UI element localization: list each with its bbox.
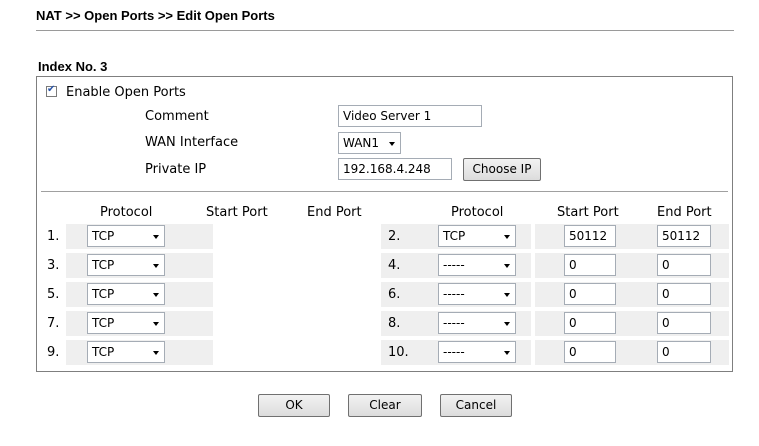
col-end-port-left: End Port	[307, 205, 362, 220]
comment-input[interactable]: Video Server 1	[338, 105, 482, 127]
chevron-down-icon	[504, 235, 510, 239]
protocol-value: TCP	[92, 287, 115, 301]
chevron-down-icon	[153, 351, 159, 355]
checkmark-icon: ✔	[47, 84, 56, 95]
start-port-input[interactable]: 0	[564, 283, 616, 305]
enable-open-ports-label: Enable Open Ports	[66, 85, 186, 100]
protocol-value: -----	[443, 345, 465, 359]
row-number: 2.	[388, 229, 401, 244]
end-port-input[interactable]: 50112	[657, 225, 711, 247]
chevron-down-icon	[153, 322, 159, 326]
chevron-down-icon	[504, 322, 510, 326]
col-start-port-left: Start Port	[206, 205, 268, 220]
breadcrumb: NAT >> Open Ports >> Edit Open Ports	[36, 8, 275, 23]
choose-ip-button[interactable]: Choose IP	[463, 158, 541, 181]
col-protocol-right: Protocol	[451, 205, 504, 220]
chevron-down-icon	[153, 264, 159, 268]
wan-interface-value: WAN1	[343, 136, 380, 150]
protocol-value: TCP	[92, 316, 115, 330]
protocol-value: TCP	[443, 229, 466, 243]
col-start-port-right: Start Port	[557, 205, 619, 220]
enable-open-ports-checkbox[interactable]: ✔	[46, 84, 57, 97]
end-port-input[interactable]: 0	[657, 254, 711, 276]
start-port-input[interactable]: 0	[564, 312, 616, 334]
cell-background	[188, 253, 209, 278]
start-port-input[interactable]: 0	[564, 341, 616, 363]
end-port-input[interactable]: 0	[657, 341, 711, 363]
cell-background	[188, 311, 209, 336]
row-number: 7.	[47, 316, 60, 331]
chevron-down-icon	[389, 142, 395, 146]
cell-background	[188, 224, 209, 249]
cell-background	[188, 340, 209, 365]
cell-background	[188, 282, 209, 307]
chevron-down-icon	[504, 351, 510, 355]
open-ports-panel: ✔ Enable Open Ports Comment Video Server…	[36, 76, 733, 372]
chevron-down-icon	[504, 293, 510, 297]
row-number: 5.	[47, 287, 60, 302]
row-number: 6.	[388, 287, 401, 302]
protocol-select[interactable]: TCP	[87, 341, 165, 363]
row-number: 10.	[388, 345, 409, 360]
clear-button[interactable]: Clear	[348, 394, 422, 417]
row-number: 3.	[47, 258, 60, 273]
wan-interface-select[interactable]: WAN1	[338, 132, 401, 154]
end-port-input[interactable]: 0	[657, 283, 711, 305]
protocol-value: -----	[443, 287, 465, 301]
protocol-value: TCP	[92, 229, 115, 243]
section-divider	[41, 191, 728, 192]
row-number: 4.	[388, 258, 401, 273]
header-divider	[36, 30, 734, 31]
protocol-select[interactable]: TCP	[87, 283, 165, 305]
protocol-value: TCP	[92, 258, 115, 272]
col-protocol-left: Protocol	[100, 205, 153, 220]
index-title: Index No. 3	[38, 59, 108, 74]
chevron-down-icon	[153, 235, 159, 239]
protocol-select[interactable]: -----	[438, 254, 516, 276]
protocol-select[interactable]: TCP	[87, 254, 165, 276]
private-ip-input[interactable]: 192.168.4.248	[338, 158, 452, 180]
chevron-down-icon	[504, 264, 510, 268]
end-port-input[interactable]: 0	[657, 312, 711, 334]
start-port-input[interactable]: 50112	[564, 225, 616, 247]
protocol-select[interactable]: TCP	[438, 225, 516, 247]
comment-label: Comment	[145, 109, 209, 124]
ok-button[interactable]: OK	[258, 394, 330, 417]
protocol-value: -----	[443, 316, 465, 330]
row-number: 1.	[47, 229, 60, 244]
row-number: 9.	[47, 345, 60, 360]
row-number: 8.	[388, 316, 401, 331]
start-port-input[interactable]: 0	[564, 254, 616, 276]
chevron-down-icon	[153, 293, 159, 297]
col-end-port-right: End Port	[657, 205, 712, 220]
protocol-select[interactable]: TCP	[87, 312, 165, 334]
protocol-select[interactable]: -----	[438, 341, 516, 363]
cancel-button[interactable]: Cancel	[440, 394, 512, 417]
protocol-value: -----	[443, 258, 465, 272]
protocol-value: TCP	[92, 345, 115, 359]
protocol-select[interactable]: -----	[438, 283, 516, 305]
private-ip-label: Private IP	[145, 162, 207, 177]
protocol-select[interactable]: -----	[438, 312, 516, 334]
wan-interface-label: WAN Interface	[145, 135, 239, 150]
protocol-select[interactable]: TCP	[87, 225, 165, 247]
